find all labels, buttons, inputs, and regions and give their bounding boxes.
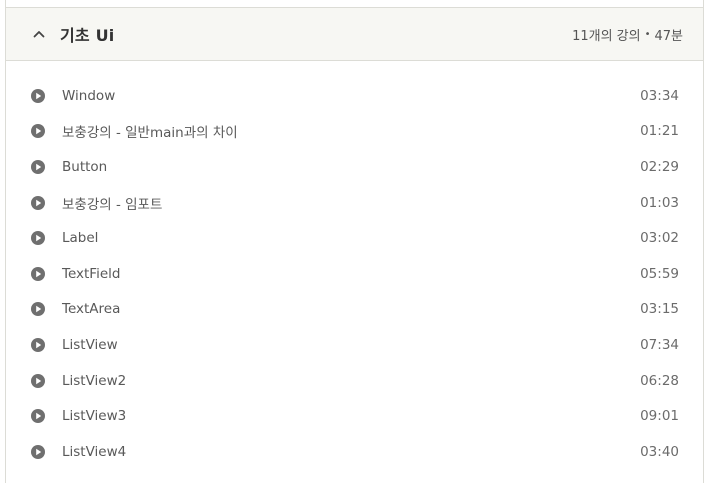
lecture-title: 보충강의 - 일반main과의 차이 bbox=[62, 125, 238, 142]
lecture-count: 11개의 강의 bbox=[572, 28, 641, 44]
lecture-item[interactable]: ListView 07:34 bbox=[6, 327, 703, 363]
lecture-list: Window 03:34 보충강의 - 일반main과의 차이 01:21 Bu… bbox=[6, 61, 703, 470]
previous-section-edge bbox=[6, 0, 703, 8]
lecture-duration: 06:28 bbox=[640, 372, 679, 389]
lecture-duration: 02:29 bbox=[640, 158, 679, 175]
lecture-item[interactable]: 보충강의 - 임포트 01:03 bbox=[6, 185, 703, 221]
lecture-duration: 03:40 bbox=[640, 443, 679, 460]
lecture-item[interactable]: ListView4 03:40 bbox=[6, 434, 703, 470]
play-circle-icon bbox=[30, 195, 46, 211]
play-circle-icon bbox=[30, 301, 46, 317]
play-circle-icon bbox=[30, 159, 46, 175]
lecture-item[interactable]: ListView2 06:28 bbox=[6, 363, 703, 399]
lecture-title: ListView2 bbox=[62, 372, 127, 389]
section-header[interactable]: 기초 Ui 11개의 강의 • 47분 bbox=[6, 8, 703, 61]
play-circle-icon bbox=[30, 337, 46, 353]
lecture-title: ListView bbox=[62, 336, 118, 353]
lecture-duration: 03:02 bbox=[640, 230, 679, 247]
lecture-item[interactable]: ListView3 09:01 bbox=[6, 398, 703, 434]
lecture-title: Window bbox=[62, 87, 116, 104]
section-meta: 11개의 강의 • 47분 bbox=[572, 25, 683, 44]
lecture-title: Button bbox=[62, 158, 108, 175]
lecture-item[interactable]: 보충강의 - 일반main과의 차이 01:21 bbox=[6, 114, 703, 150]
lecture-item[interactable]: TextArea 03:15 bbox=[6, 292, 703, 328]
lecture-title: 보충강의 - 임포트 bbox=[62, 196, 163, 213]
curriculum-panel: 기초 Ui 11개의 강의 • 47분 Window 03:34 보충강의 - … bbox=[5, 0, 704, 483]
lecture-title: TextField bbox=[62, 265, 121, 282]
play-circle-icon bbox=[30, 123, 46, 139]
play-circle-icon bbox=[30, 88, 46, 104]
lecture-duration: 01:03 bbox=[640, 194, 679, 211]
lecture-item[interactable]: Window 03:34 bbox=[6, 78, 703, 114]
section-title: 기초 Ui bbox=[60, 26, 115, 45]
play-circle-icon bbox=[30, 266, 46, 282]
lecture-item[interactable]: Label 03:02 bbox=[6, 220, 703, 256]
play-circle-icon bbox=[30, 408, 46, 424]
lecture-title: ListView3 bbox=[62, 408, 127, 425]
lecture-duration: 09:01 bbox=[640, 408, 679, 425]
lecture-item[interactable]: Button 02:29 bbox=[6, 149, 703, 185]
lecture-title: TextArea bbox=[62, 301, 121, 318]
lecture-duration: 01:21 bbox=[640, 123, 679, 140]
lecture-duration: 03:15 bbox=[640, 301, 679, 318]
lecture-duration: 05:59 bbox=[640, 265, 679, 282]
play-circle-icon bbox=[30, 444, 46, 460]
lecture-title: Label bbox=[62, 230, 99, 247]
chevron-up-icon[interactable] bbox=[32, 27, 46, 41]
meta-separator: • bbox=[644, 28, 651, 40]
play-circle-icon bbox=[30, 373, 46, 389]
total-time: 47분 bbox=[654, 28, 683, 44]
lecture-duration: 03:34 bbox=[640, 87, 679, 104]
lecture-duration: 07:34 bbox=[640, 336, 679, 353]
play-circle-icon bbox=[30, 230, 46, 246]
lecture-title: ListView4 bbox=[62, 443, 127, 460]
lecture-item[interactable]: TextField 05:59 bbox=[6, 256, 703, 292]
